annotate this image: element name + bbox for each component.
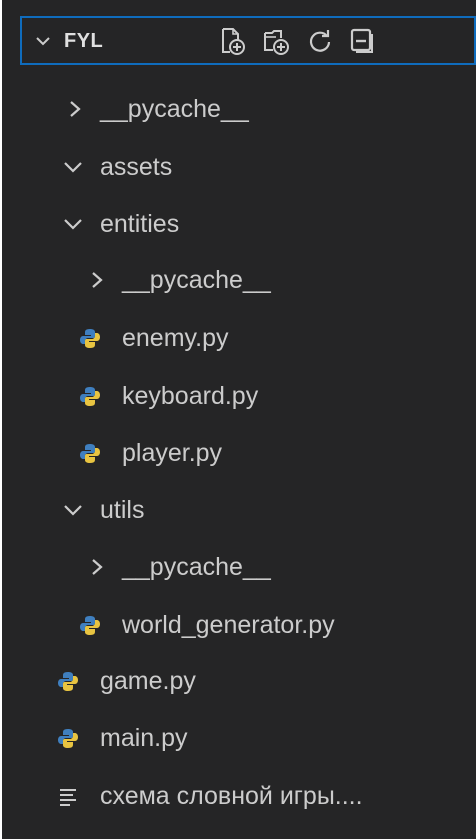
chevron-down-icon: [64, 505, 82, 516]
chevron-right-icon: [92, 272, 103, 288]
tree-item-pycache[interactable]: __pycache__: [2, 87, 476, 131]
file-explorer-panel: FYL __pycache__ assets entities __pycach…: [2, 0, 476, 839]
chevron-down-icon: [64, 219, 82, 230]
tree-item-pycache[interactable]: __pycache__: [2, 545, 476, 589]
python-file-icon: [80, 616, 100, 635]
tree-item-enemy-py[interactable]: enemy.py: [2, 316, 476, 360]
chevron-right-icon: [70, 101, 81, 117]
tree-item-label: player.py: [122, 439, 223, 467]
tree-item-label: схема словной игры....: [100, 782, 363, 810]
collapse-all-icon[interactable]: [348, 27, 376, 55]
python-file-icon: [80, 329, 100, 348]
chevron-right-icon: [92, 559, 103, 575]
tree-item-keyboard-py[interactable]: keyboard.py: [2, 374, 476, 418]
new-file-icon[interactable]: [218, 27, 246, 55]
tree-item-label: __pycache__: [122, 266, 271, 294]
tree-item-label: main.py: [100, 724, 188, 752]
tree-item-player-py[interactable]: player.py: [2, 431, 476, 475]
text-file-icon: [60, 789, 76, 806]
python-file-icon: [80, 387, 100, 406]
tree-item-label: utils: [100, 496, 145, 524]
tree-item-label: entities: [100, 210, 180, 238]
tree-item-entities[interactable]: entities: [2, 202, 476, 246]
refresh-icon[interactable]: [306, 27, 334, 55]
new-folder-icon[interactable]: [262, 27, 290, 55]
tree-item-pycache[interactable]: __pycache__: [2, 258, 476, 302]
chevron-down-icon: [64, 162, 82, 173]
explorer-header[interactable]: FYL: [20, 16, 476, 65]
tree-item-label: keyboard.py: [122, 382, 259, 410]
python-file-icon: [80, 444, 100, 463]
explorer-title: FYL: [64, 30, 104, 52]
tree-item-label: __pycache__: [100, 95, 249, 123]
tree-item-label: __pycache__: [122, 553, 271, 581]
tree-item-game-py[interactable]: game.py: [2, 659, 476, 703]
tree-item-utils[interactable]: utils: [2, 488, 476, 532]
tree-item-label: game.py: [100, 667, 196, 695]
chevron-down-icon[interactable]: [36, 34, 50, 48]
tree-item-label: enemy.py: [122, 324, 229, 352]
tree-item-world-generator-py[interactable]: world_generator.py: [2, 603, 476, 647]
tree-item-label: assets: [100, 153, 173, 181]
tree-item-label: world_generator.py: [122, 611, 335, 639]
tree-item-main-py[interactable]: main.py: [2, 716, 476, 760]
python-file-icon: [58, 729, 78, 748]
python-file-icon: [58, 672, 78, 691]
tree-item-assets[interactable]: assets: [2, 145, 476, 189]
tree-item-text-file[interactable]: схема словной игры....: [2, 774, 476, 818]
